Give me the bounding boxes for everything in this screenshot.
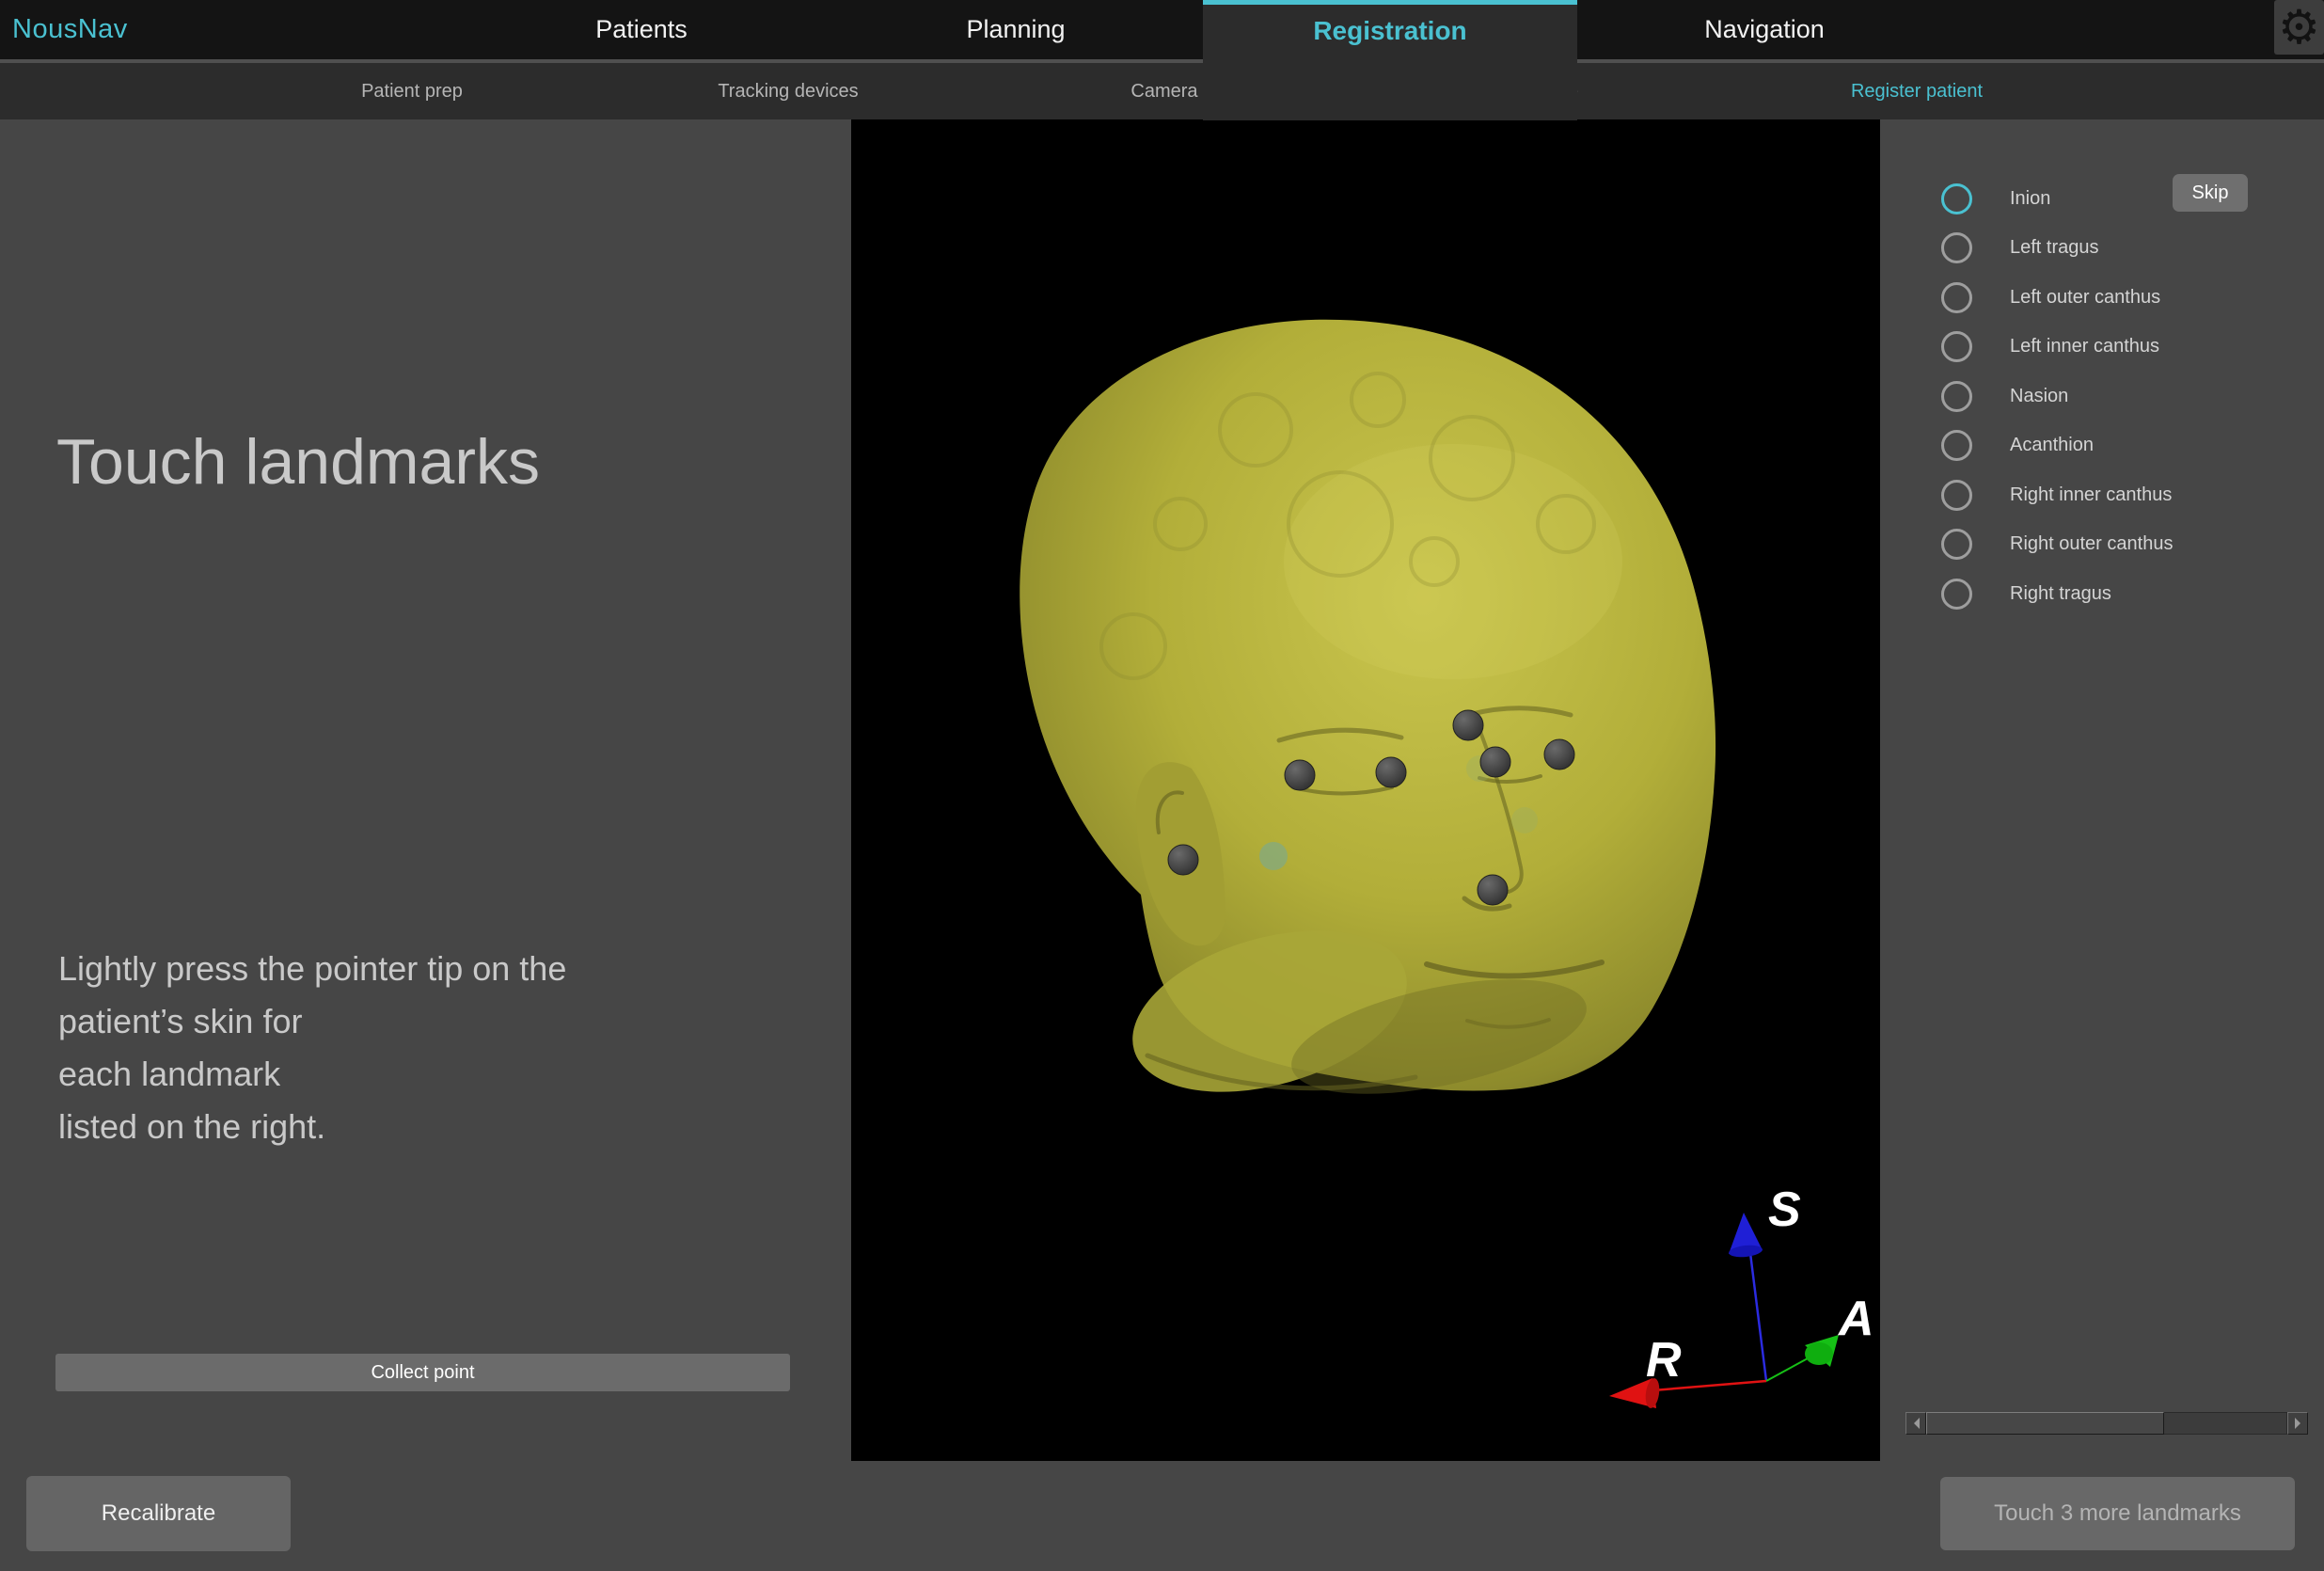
head-model-scene: S A R (851, 119, 1880, 1461)
nousnav-app: NousNav Patients Planning Registration N… (0, 0, 2324, 1571)
landmark-sphere-touched (1478, 875, 1508, 905)
instruction-text: Lightly press the pointer tip on the pat… (58, 943, 566, 1153)
horizontal-scrollbar[interactable] (1905, 1412, 2308, 1435)
landmark-sphere-pending-faint (1511, 807, 1538, 833)
scrollbar-right-button[interactable] (2287, 1412, 2308, 1435)
landmark-panel: Skip Inion Left tragus Left outer canthu… (1880, 119, 2324, 1461)
landmark-row-left-outer-canthus[interactable]: Left outer canthus (1880, 273, 2324, 323)
tab-navigation[interactable]: Navigation (1577, 0, 1952, 59)
landmark-radio[interactable] (1941, 282, 1972, 313)
step-patient-prep[interactable]: Patient prep (224, 63, 600, 119)
landmark-sphere-touched (1480, 747, 1510, 777)
3d-viewport[interactable]: S A R (851, 119, 1880, 1461)
landmark-row-nasion[interactable]: Nasion (1880, 372, 2324, 421)
landmark-row-left-tragus[interactable]: Left tragus (1880, 224, 2324, 274)
landmark-sphere-touched (1168, 845, 1198, 875)
top-nav-bar: NousNav Patients Planning Registration N… (0, 0, 2324, 59)
tab-planning[interactable]: Planning (829, 0, 1203, 59)
landmark-radio[interactable] (1941, 331, 1972, 362)
landmark-row-right-outer-canthus[interactable]: Right outer canthus (1880, 520, 2324, 570)
landmark-row-right-tragus[interactable]: Right tragus (1880, 569, 2324, 619)
landmark-row-acanthion[interactable]: Acanthion (1880, 421, 2324, 471)
proceed-button[interactable]: Touch 3 more landmarks (1940, 1477, 2295, 1550)
axis-s-label: S (1768, 1182, 1801, 1237)
landmark-sphere-pending (1259, 842, 1288, 870)
landmark-radio[interactable] (1941, 529, 1972, 560)
landmark-radio[interactable] (1941, 480, 1972, 511)
gear-icon: ⚙ (2278, 4, 2320, 51)
landmark-row-right-inner-canthus[interactable]: Right inner canthus (1880, 470, 2324, 520)
tab-registration[interactable]: Registration (1203, 0, 1577, 120)
arrow-left-icon (1908, 1418, 1920, 1429)
page-title: Touch landmarks (56, 425, 540, 499)
orientation-axes: S A R (1609, 1182, 1874, 1409)
settings-button[interactable]: ⚙ (2274, 0, 2324, 55)
step-register-patient[interactable]: Register patient (1729, 63, 2105, 119)
landmark-sphere-touched (1376, 757, 1406, 787)
arrow-right-icon (2295, 1418, 2306, 1429)
landmark-row-left-inner-canthus[interactable]: Left inner canthus (1880, 323, 2324, 373)
tab-patients[interactable]: Patients (454, 0, 829, 59)
landmark-row-inion[interactable]: Inion (1880, 174, 2324, 224)
sub-nav-bar: Patient prep Tracking devices Camera Cal… (0, 59, 2324, 119)
landmark-radio[interactable] (1941, 381, 1972, 412)
recalibrate-button[interactable]: Recalibrate (26, 1476, 291, 1551)
axis-r-label: R (1646, 1333, 1682, 1388)
scrollbar-thumb[interactable] (1926, 1412, 2164, 1435)
landmark-sphere-touched (1544, 739, 1574, 770)
step-tracking-devices[interactable]: Tracking devices (600, 63, 976, 119)
landmark-radio[interactable] (1941, 579, 1972, 610)
top-tabs: Patients Planning Registration Navigatio… (454, 0, 1952, 59)
brand-logo: NousNav (12, 0, 128, 59)
head-model (1020, 320, 1715, 1121)
landmark-sphere-touched (1453, 710, 1483, 740)
landmark-list: Inion Left tragus Left outer canthus Lef… (1880, 174, 2324, 619)
axis-a-label: A (1837, 1292, 1874, 1346)
landmark-sphere-touched (1285, 760, 1315, 790)
collect-point-button[interactable]: Collect point (55, 1354, 790, 1391)
landmark-radio[interactable] (1941, 183, 1972, 214)
landmark-radio[interactable] (1941, 430, 1972, 461)
scrollbar-left-button[interactable] (1905, 1412, 1926, 1435)
axis-superior (1750, 1253, 1766, 1381)
workflow-steps: Patient prep Tracking devices Camera Cal… (224, 63, 2105, 119)
landmark-radio[interactable] (1941, 232, 1972, 263)
